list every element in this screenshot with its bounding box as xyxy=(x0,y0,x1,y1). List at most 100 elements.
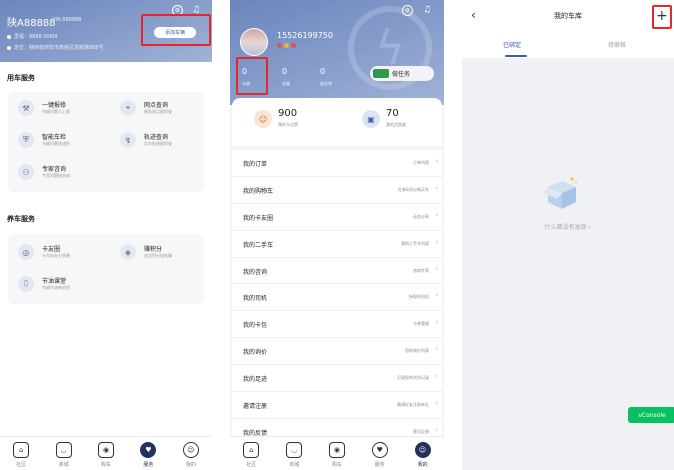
empty-state-text: 什么都没有发现~ xyxy=(544,224,592,231)
service-item[interactable]: ◎ 卡友圈 卡车好友分享圈 xyxy=(18,242,108,264)
service-item[interactable]: ⬯ 节油课堂 车辆节油有妙招 xyxy=(18,274,108,296)
menu-label: 我的卡友圈 xyxy=(243,214,274,222)
chevron-right-icon: › xyxy=(435,399,438,408)
menu-item[interactable]: 我的二手车 我的二手车列表 › xyxy=(232,231,442,258)
menu-label: 我的询价 xyxy=(243,349,268,357)
service-subtitle: 卡车好友分享圈 xyxy=(42,253,70,258)
mall-icon: ◡ xyxy=(55,442,72,458)
stat-orders[interactable]: 0 服务单 xyxy=(320,67,350,87)
chevron-right-icon: › xyxy=(435,318,438,327)
menu-hint: 邀请好友注册有礼 xyxy=(397,402,429,408)
tab-buy-car[interactable]: ◉ 购车 xyxy=(85,437,127,470)
menu-item[interactable]: 我的询价 您的询价列表 › xyxy=(232,338,442,366)
badge-icon xyxy=(291,43,296,48)
service-item[interactable]: ⛨ 智能车检 车辆问题快速检 xyxy=(18,130,108,152)
settings-icon[interactable]: ⚙ xyxy=(402,5,413,16)
highlight-box xyxy=(652,5,672,29)
tab-bound[interactable]: 已绑定 xyxy=(503,40,521,49)
garage-topbar: ‹ 我的车库 + 已绑定 待审核 xyxy=(462,0,674,58)
menu-item[interactable]: 我的订单 订单列表 › xyxy=(232,150,442,177)
home-icon: ⌂ xyxy=(243,442,260,458)
service-subtitle: 实车轨迹随时查 xyxy=(144,141,172,146)
service-content: 用车服务 ⚒ 一键报修 车辆问题马上报 ⌖ 网点查询 服务网点随时查 ⛨ 智能车… xyxy=(0,62,212,436)
chevron-right-icon: › xyxy=(435,183,438,192)
vconsole-button[interactable]: vConsole xyxy=(628,407,674,423)
chevron-right-icon: › xyxy=(435,345,438,354)
stat-label: 服务单 xyxy=(320,81,332,86)
service-item[interactable]: ⚇ 专家咨询 专家问题快咨询 xyxy=(18,162,108,184)
tab-label: 服务 xyxy=(374,462,385,468)
tab-service[interactable]: ♥ 服务 xyxy=(358,437,401,470)
location-icon: ⌖ xyxy=(120,100,136,116)
tab-community[interactable]: ⌂ 社区 xyxy=(230,437,273,470)
menu-label: 我的订单 xyxy=(243,161,268,168)
expert-icon: ⚇ xyxy=(18,164,34,180)
menu-label: 我的购物车 xyxy=(243,187,274,195)
service-item[interactable]: ⌖ 网点查询 服务网点随时查 xyxy=(120,98,210,120)
stat-label: 收藏 xyxy=(282,81,290,86)
mall-icon: ◡ xyxy=(286,442,303,458)
menu-item[interactable]: 我的足迹 记录您的浏览记录 › xyxy=(232,365,442,393)
menu-hint: 卡券管理 xyxy=(413,321,429,327)
service-subtitle: 车辆问题马上报 xyxy=(42,109,70,114)
speed-icon: ↯ xyxy=(120,132,136,148)
badge-icon xyxy=(284,43,289,48)
points-label: 我的卡达赞 xyxy=(278,122,298,127)
badge-icon xyxy=(277,43,282,48)
shield-icon: ⛨ xyxy=(18,132,34,148)
profile-menu: 我的订单 订单列表 › 我的购物车 礼券&积分购买车 › 我的卡友圈 动态分享 › 我的二手… xyxy=(232,150,442,446)
service-item[interactable]: ⚒ 一键报修 车辆问题马上报 xyxy=(18,98,108,120)
service-subtitle: 车辆问题快速检 xyxy=(42,141,70,146)
activity-icon: ▣ xyxy=(362,110,380,128)
section-title-car: 用车服务 xyxy=(7,74,35,82)
tab-service[interactable]: ♥ 服务 xyxy=(127,437,169,470)
avatar[interactable] xyxy=(240,28,268,56)
service-title: 智能车检 xyxy=(42,134,67,141)
menu-item[interactable]: 我的卡友圈 动态分享 › xyxy=(232,204,442,231)
tab-community[interactable]: ⌂ 社区 xyxy=(0,437,42,470)
menu-item[interactable]: 我的司机 授权的司机 › xyxy=(232,284,442,312)
mileage-row: 里程：8888.00KM xyxy=(7,33,57,40)
piggy-icon: ☺ xyxy=(254,110,272,128)
chevron-right-icon: › xyxy=(435,210,438,219)
chevron-right-icon: › xyxy=(435,264,438,273)
tab-mine[interactable]: ☺ 我的 xyxy=(170,437,212,470)
location-row: 定位：陕西省西安市高新区高新路888号 xyxy=(7,44,104,51)
chevron-right-icon: › xyxy=(435,291,438,300)
car-icon: ◉ xyxy=(328,442,345,458)
tab-bar: ⌂ 社区 ◡ 商城 ◉ 购车 ♥ 服务 ☺ 我的 xyxy=(230,436,444,470)
menu-item[interactable]: 我的购物车 礼券&积分购买车 › xyxy=(232,177,442,204)
tab-label: 购车 xyxy=(101,462,112,468)
plate-number: 陕A88888 xyxy=(7,18,56,29)
profile-screen: ϟ ⚙ ♫ 15526199750 0 车辆 0 收藏 0 服务单 做任务 ☺ 900… xyxy=(230,0,444,470)
points-item[interactable]: ☺ 900 我的卡达赞 xyxy=(254,108,354,136)
chevron-right-icon: › xyxy=(435,237,438,246)
menu-hint: 您的询价列表 xyxy=(405,348,429,354)
menu-hint: 记录您的浏览记录 xyxy=(397,375,429,381)
menu-item[interactable]: 邀请注册 邀请好友注册有礼 › xyxy=(232,392,442,419)
service-subtitle: 专家问题快咨询 xyxy=(42,173,70,178)
highlight-box xyxy=(141,14,211,46)
menu-item[interactable]: 我的卡包 卡券管理 › xyxy=(232,311,442,339)
location-text: 定位：陕西省西安市高新区高新路888号 xyxy=(14,45,104,51)
tab-mall[interactable]: ◡ 商城 xyxy=(42,437,84,470)
menu-hint: 动态分享 xyxy=(413,213,429,219)
service-item[interactable]: ◈ 赚积分 会员积分轻松赚 xyxy=(120,242,210,264)
service-screen: 陕A88888 VIN:888888 ⚙ ♫ 里程：8888.00KM 定位：陕… xyxy=(0,0,212,470)
points-card: ☺ 900 我的卡达赞 ▣ 70 我的活跃度 xyxy=(232,98,442,146)
menu-item[interactable]: 我的咨询 咨询专家 › xyxy=(232,258,442,285)
menu-hint: 咨询专家 xyxy=(413,267,429,273)
activity-value: 70 xyxy=(386,108,399,119)
menu-label: 邀请注册 xyxy=(243,403,268,411)
activity-item[interactable]: ▣ 70 我的活跃度 xyxy=(362,108,444,136)
service-icon: ♥ xyxy=(140,442,157,458)
home-icon: ⌂ xyxy=(13,442,30,458)
tab-mine[interactable]: ☺ 我的 xyxy=(401,437,444,470)
tab-mall[interactable]: ◡ 商城 xyxy=(273,437,316,470)
tab-buy-car[interactable]: ◉ 购车 xyxy=(316,437,359,470)
service-item[interactable]: ↯ 轨迹查询 实车轨迹随时查 xyxy=(120,130,210,152)
bell-icon[interactable]: ♫ xyxy=(421,4,433,16)
service-icon: ♥ xyxy=(371,442,388,458)
stat-favorites[interactable]: 0 收藏 xyxy=(282,67,312,87)
tab-pending[interactable]: 待审核 xyxy=(608,40,626,49)
